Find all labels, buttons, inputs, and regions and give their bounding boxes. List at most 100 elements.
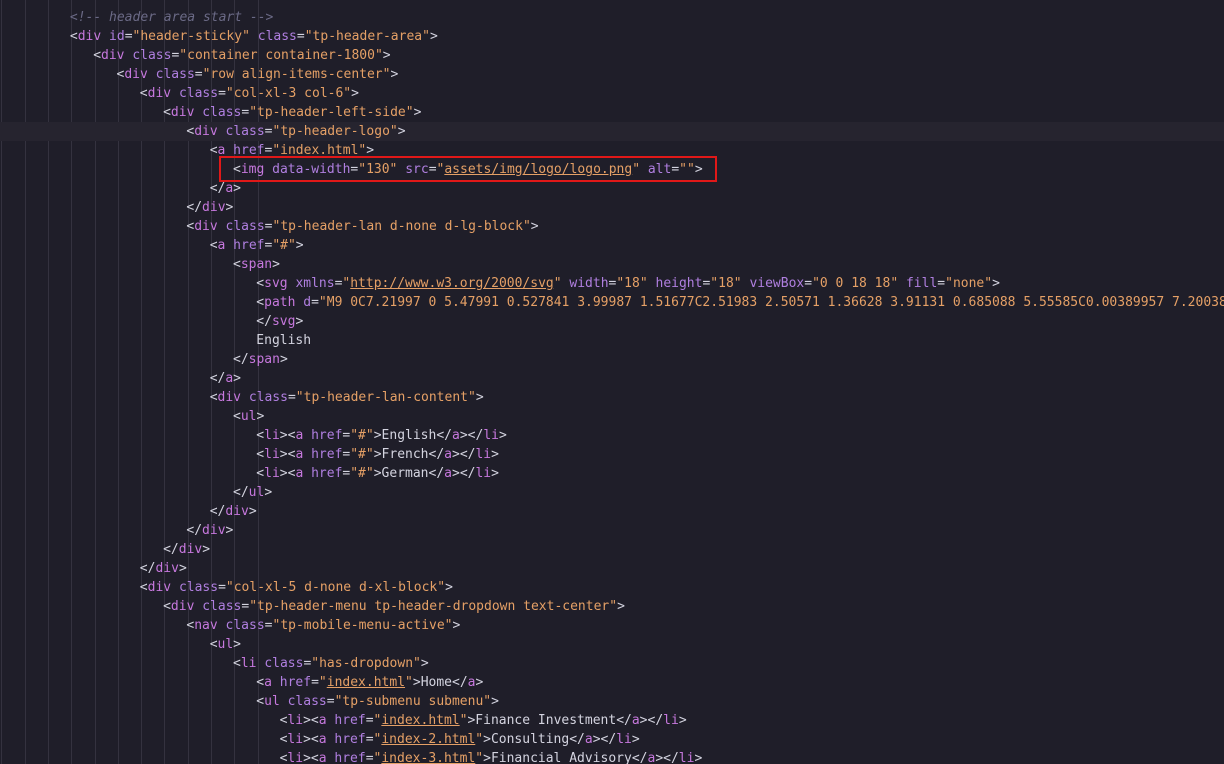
- code-line[interactable]: </ul>: [0, 483, 1224, 502]
- token-tag: li: [264, 447, 280, 462]
- code-line[interactable]: <a href="#">: [0, 236, 1224, 255]
- code-editor[interactable]: <!-- header area start --> <div id="heade…: [0, 0, 1224, 764]
- token-punct: >: [202, 542, 211, 557]
- token-tag: ul: [217, 637, 234, 652]
- code-line-content: <div class="tp-header-logo">: [186, 122, 405, 141]
- code-line[interactable]: <li><a href="index-2.html">Consulting</a…: [0, 730, 1224, 749]
- token-punct: >: [373, 447, 382, 462]
- code-line[interactable]: <ul>: [0, 635, 1224, 654]
- token-punct: <: [163, 105, 171, 120]
- code-line[interactable]: <nav class="tp-mobile-menu-active">: [0, 616, 1224, 635]
- token-punct: [148, 67, 156, 82]
- code-line[interactable]: <li class="has-dropdown">: [0, 654, 1224, 673]
- code-line[interactable]: </svg>: [0, 312, 1224, 331]
- token-punct: </: [209, 371, 226, 386]
- token-punct: >: [373, 466, 382, 481]
- token-punct: >: [429, 29, 438, 44]
- code-line[interactable]: </div>: [0, 502, 1224, 521]
- code-line[interactable]: English: [0, 331, 1224, 350]
- code-line[interactable]: <div class="tp-header-logo">: [0, 122, 1224, 141]
- code-line[interactable]: <div class="tp-header-lan-content">: [0, 388, 1224, 407]
- code-line[interactable]: <li><a href="#">French</a></li>: [0, 445, 1224, 464]
- token-punct: <: [93, 48, 102, 63]
- token-tag: a: [318, 732, 327, 747]
- code-line[interactable]: <ul class="tp-submenu submenu">: [0, 692, 1224, 711]
- token-punct: >: [530, 219, 539, 234]
- code-line[interactable]: <li><a href="#">German</a></li>: [0, 464, 1224, 483]
- token-punct: </: [139, 561, 156, 576]
- token-punct: </: [631, 751, 648, 764]
- code-line[interactable]: <div class="tp-header-lan d-none d-lg-bl…: [0, 217, 1224, 236]
- token-tag: li: [616, 732, 632, 747]
- token-punct: >: [233, 181, 241, 196]
- code-line[interactable]: <span>: [0, 255, 1224, 274]
- token-tag: div: [202, 523, 226, 538]
- token-punct: </: [209, 181, 226, 196]
- token-eq: =: [264, 219, 273, 234]
- token-val: "has-dropdown": [311, 656, 421, 671]
- token-attr: xmlns: [295, 276, 335, 291]
- code-line[interactable]: <li><a href="index-3.html">Financial Adv…: [0, 749, 1224, 764]
- token-attr: href: [233, 238, 265, 253]
- token-punct: >: [412, 675, 421, 690]
- code-line[interactable]: <div id="header-sticky" class="tp-header…: [0, 27, 1224, 46]
- code-line[interactable]: </div>: [0, 559, 1224, 578]
- token-punct: >: [248, 504, 257, 519]
- code-line[interactable]: <svg xmlns="http://www.w3.org/2000/svg" …: [0, 274, 1224, 293]
- code-line-content: <nav class="tp-mobile-menu-active">: [186, 616, 460, 635]
- code-line[interactable]: <li><a href="index.html">Finance Investm…: [0, 711, 1224, 730]
- token-punct: >: [256, 409, 265, 424]
- token-punct: >: [233, 637, 241, 652]
- token-punct: </: [233, 485, 249, 500]
- token-eq: =: [937, 276, 946, 291]
- token-punct: [272, 675, 280, 690]
- token-punct: >: [279, 352, 288, 367]
- token-eq: =: [296, 29, 305, 44]
- token-tag: svg: [264, 276, 288, 291]
- token-punct: </: [616, 713, 632, 728]
- code-line-content: <div class="container container-1800">: [93, 46, 390, 65]
- code-line[interactable]: <ul>: [0, 407, 1224, 426]
- token-tag: li: [663, 713, 679, 728]
- code-line-content: </ul>: [233, 483, 272, 502]
- code-line[interactable]: <!-- header area start -->: [0, 8, 1224, 27]
- token-val: "18": [616, 276, 648, 291]
- code-line[interactable]: <div class="col-xl-5 d-none d-xl-block">: [0, 578, 1224, 597]
- token-attr: d: [303, 295, 312, 310]
- token-val: ": [553, 276, 562, 291]
- code-line[interactable]: <div class="row align-items-center">: [0, 65, 1224, 84]
- token-eq: =: [365, 732, 374, 747]
- token-val: "tp-header-left-side": [249, 105, 414, 120]
- token-attr: href: [311, 428, 343, 443]
- code-line[interactable]: </div>: [0, 521, 1224, 540]
- code-line[interactable]: <div class="tp-header-left-side">: [0, 103, 1224, 122]
- token-punct: <: [256, 276, 265, 291]
- code-line[interactable]: <div class="col-xl-3 col-6">: [0, 84, 1224, 103]
- token-text: English: [381, 428, 437, 443]
- token-punct: <: [256, 694, 265, 709]
- code-line-content: <li><a href="#">German</a></li>: [256, 464, 499, 483]
- code-line[interactable]: </div>: [0, 540, 1224, 559]
- token-val: "18": [710, 276, 742, 291]
- code-line[interactable]: </a>: [0, 369, 1224, 388]
- token-punct: </: [163, 542, 179, 557]
- token-punct: ></: [452, 466, 476, 481]
- token-punct: >: [420, 656, 429, 671]
- token-text: Finance Investment: [475, 713, 617, 728]
- token-tag: div: [101, 48, 125, 63]
- token-punct: </: [436, 428, 452, 443]
- code-line-content: </div>: [186, 521, 233, 540]
- code-line[interactable]: <li><a href="#">English</a></li>: [0, 426, 1224, 445]
- code-line[interactable]: </span>: [0, 350, 1224, 369]
- code-line[interactable]: <a href="index.html">Home</a>: [0, 673, 1224, 692]
- token-tag: div: [178, 542, 203, 557]
- code-line[interactable]: <div class="tp-header-menu tp-header-dro…: [0, 597, 1224, 616]
- code-line[interactable]: </div>: [0, 198, 1224, 217]
- code-line[interactable]: <div class="container container-1800">: [0, 46, 1224, 65]
- code-line-content: </div>: [210, 502, 257, 521]
- token-punct: <: [256, 675, 265, 690]
- token-comment: <!-- header area start -->: [69, 10, 274, 25]
- token-punct: >: [397, 124, 406, 139]
- code-line-content: </div>: [140, 559, 187, 578]
- code-line[interactable]: <path d="M9 0C7.21997 0 5.47991 0.527841…: [0, 293, 1224, 312]
